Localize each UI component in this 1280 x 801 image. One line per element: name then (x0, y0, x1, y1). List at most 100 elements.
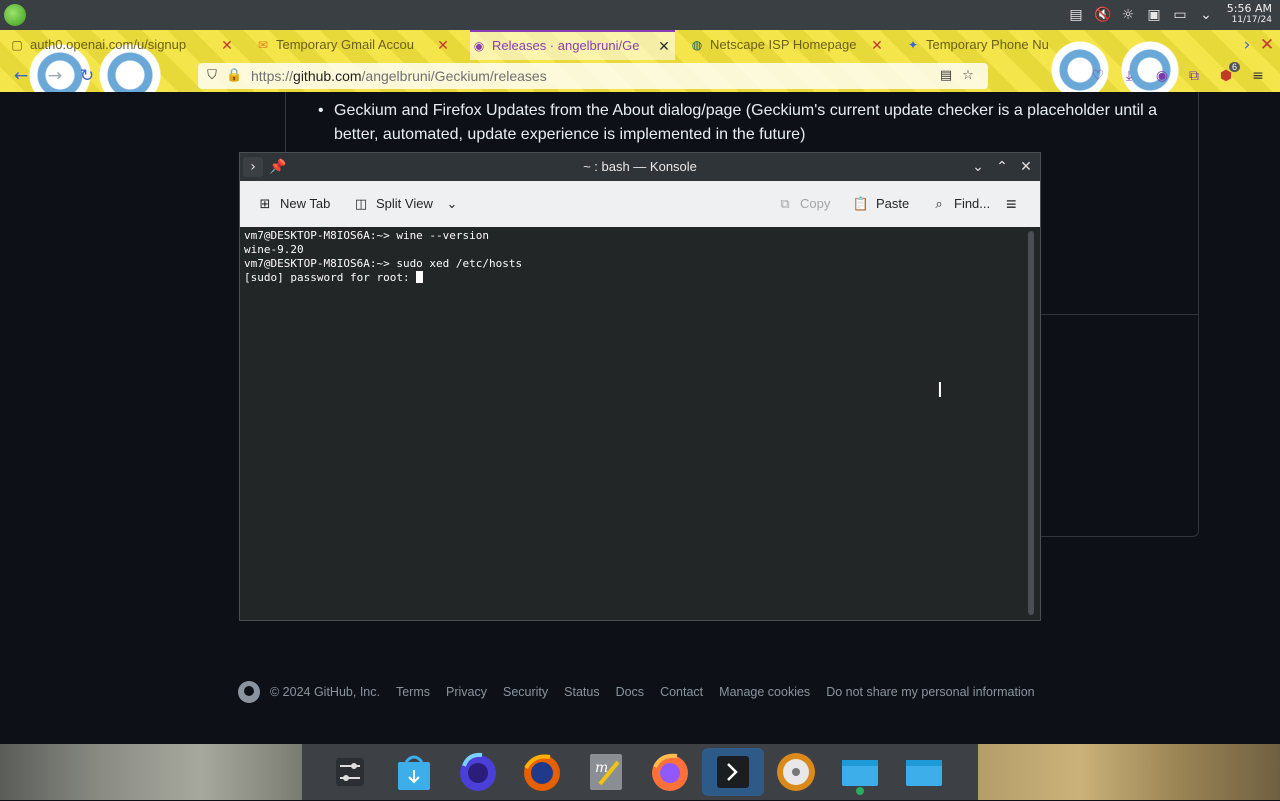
window-title: ~ : bash — Konsole (583, 159, 697, 174)
new-tab-label: New Tab (280, 196, 331, 211)
footer-copyright: © 2024 GitHub, Inc. (270, 685, 380, 699)
release-note-text: Geckium and Firefox Updates from the Abo… (334, 102, 1158, 143)
copy-button: ⧉ Copy (776, 194, 830, 214)
tab-temp-phone[interactable]: ✦ Temporary Phone Nu (904, 31, 1084, 59)
wallpaper-right (978, 744, 1280, 800)
footer-link-manage-cookies[interactable]: Manage cookies (719, 685, 810, 699)
footer-link-docs[interactable]: Docs (616, 685, 644, 699)
maximize-icon[interactable]: ⌃ (992, 157, 1012, 177)
account-icon[interactable]: ◉ (1152, 66, 1172, 86)
paste-label: Paste (876, 196, 910, 211)
close-window-icon[interactable]: ✕ (1256, 34, 1278, 56)
clock-date: 11/17/24 (1231, 15, 1272, 25)
app-menu-icon[interactable] (4, 4, 26, 26)
footer-link-contact[interactable]: Contact (660, 685, 703, 699)
konsole-toolbar: ⊞ New Tab ◫ Split View ⌄ ⧉ Copy 📋 Paste ⌕ Fin… (240, 181, 1040, 227)
firefox-icon[interactable] (518, 748, 566, 796)
extensions-icon[interactable]: ⧉ (1184, 66, 1204, 86)
close-icon[interactable]: ✕ (1016, 157, 1036, 177)
new-tab-button[interactable]: ⊞ New Tab (256, 194, 331, 214)
url-text[interactable]: https://github.com/angelbruni/Geckium/re… (251, 68, 547, 84)
tab-releases[interactable]: ◉ Releases · angelbruni/Ge ✕ (470, 30, 675, 60)
search-icon: ⌕ (935, 197, 943, 212)
lock-icon[interactable]: 🔒 (226, 67, 242, 85)
taskbar-dock: m (302, 744, 978, 800)
reader-view-icon[interactable]: ▤ (938, 67, 954, 85)
konsole-icon[interactable] (702, 748, 764, 796)
find-label: Find... (954, 196, 991, 211)
footer-link-do-not-share[interactable]: Do not share my personal information (826, 685, 1034, 699)
close-icon[interactable]: ✕ (870, 31, 884, 59)
footer-link-status[interactable]: Status (564, 685, 599, 699)
brightness-icon[interactable]: ☼ (1120, 7, 1136, 23)
split-view-icon: ◫ (354, 197, 368, 212)
xed-editor-icon[interactable]: m (582, 748, 630, 796)
new-tab-icon: ⊞ (259, 197, 271, 212)
back-icon[interactable]: ← (10, 65, 32, 87)
chevron-down-icon[interactable]: ⌄ (446, 196, 457, 211)
close-icon[interactable]: ✕ (436, 31, 450, 59)
url-bar[interactable]: ⛉ 🔒 https://github.com/angelbruni/Geckiu… (198, 63, 988, 89)
hamburger-menu-icon[interactable]: ≡ (1006, 194, 1017, 214)
file-manager-icon[interactable] (900, 748, 948, 796)
minimize-icon[interactable]: ⌄ (968, 157, 988, 177)
save-icon[interactable]: ▣ (1146, 7, 1162, 23)
browser-toolbar: ▢ auth0.openai.com/u/signup ✕ ✉ Temporar… (0, 30, 1280, 92)
chevron-down-icon[interactable]: ⌄ (1198, 7, 1214, 23)
konsole-window: › 📌 ~ : bash — Konsole ⌄ ⌃ ✕ ⊞ New Tab ◫ S… (239, 152, 1041, 621)
menu-icon[interactable]: ≡ (1248, 66, 1268, 86)
settings-icon[interactable] (326, 748, 374, 796)
tab-netscape[interactable]: ◍ Netscape ISP Homepage ✕ (688, 31, 888, 59)
copy-label: Copy (800, 196, 831, 211)
wallpaper-left (0, 744, 302, 800)
terminal-scrollbar[interactable] (1028, 231, 1034, 615)
github-icon: ◉ (473, 39, 485, 53)
sudo-prompt: [sudo] password for root: (244, 271, 417, 284)
paste-button[interactable]: 📋 Paste (852, 194, 909, 214)
window-titlebar[interactable]: › 📌 ~ : bash — Konsole ⌄ ⌃ ✕ (240, 153, 1040, 181)
split-view-button[interactable]: ◫ Split View ⌄ (352, 194, 458, 214)
clipboard-icon[interactable]: ▤ (1068, 7, 1084, 23)
disk-icon[interactable] (772, 748, 820, 796)
tab-auth0[interactable]: ▢ auth0.openai.com/u/signup ✕ (8, 31, 238, 59)
tab-temp-gmail[interactable]: ✉ Temporary Gmail Accou ✕ (254, 31, 454, 59)
clock[interactable]: 5:56 AM 11/17/24 (1227, 2, 1272, 26)
terminal-area[interactable]: vm7@DESKTOP-M8IOS6A:~> wine --version win… (240, 227, 1040, 620)
footer-link-terms[interactable]: Terms (396, 685, 430, 699)
screen-icon[interactable]: ▭ (1172, 7, 1188, 23)
bullet-icon: • (318, 102, 324, 119)
netscape-icon: ◍ (691, 38, 703, 52)
reload-icon[interactable]: ↻ (76, 65, 98, 87)
url-prefix: https:// (251, 68, 294, 84)
footer-link-privacy[interactable]: Privacy (446, 685, 487, 699)
pocket-icon[interactable]: ♡ (1088, 66, 1108, 86)
firefox-dev-icon[interactable] (646, 748, 694, 796)
footer-link-security[interactable]: Security (503, 685, 548, 699)
forward-icon: → (47, 66, 63, 86)
chevron-right-icon[interactable]: › (1236, 34, 1258, 56)
download-icon[interactable]: ⤓ (1119, 66, 1139, 86)
close-icon[interactable]: ✕ (220, 31, 234, 59)
bookmark-star-icon[interactable]: ☆ (960, 67, 976, 85)
tab-label: auth0.openai.com/u/signup (30, 37, 187, 52)
top-panel: ▤ 🔇 ☼ ▣ ▭ ⌄ 5:56 AM 11/17/24 (0, 0, 1280, 30)
terminal-line: wine-9.20 (244, 243, 304, 256)
tab-label: Netscape ISP Homepage (710, 37, 857, 52)
tab-label: Temporary Gmail Accou (276, 37, 414, 52)
terminal-cursor (416, 271, 424, 283)
shield-icon[interactable]: ⛉ (204, 67, 220, 85)
temp-icon: ✦ (907, 38, 919, 52)
firefox-nightly-icon[interactable] (454, 748, 502, 796)
mail-icon: ✉ (257, 38, 269, 52)
terminal-output: vm7@DESKTOP-M8IOS6A:~> wine --version win… (244, 229, 522, 285)
file-manager-new-icon[interactable] (836, 748, 884, 796)
close-icon[interactable]: ✕ (657, 32, 671, 60)
text-cursor-icon: I (937, 378, 943, 402)
tab-label: Temporary Phone Nu (926, 37, 1049, 52)
terminal-prompt-line: [sudo] password for root: (244, 271, 522, 285)
find-button[interactable]: ⌕ Find... (930, 194, 990, 214)
store-icon[interactable] (390, 748, 438, 796)
github-logo-icon[interactable] (238, 681, 260, 703)
volume-muted-icon[interactable]: 🔇 (1094, 7, 1111, 23)
url-path: /angelbruni/Geckium/releases (361, 68, 547, 84)
